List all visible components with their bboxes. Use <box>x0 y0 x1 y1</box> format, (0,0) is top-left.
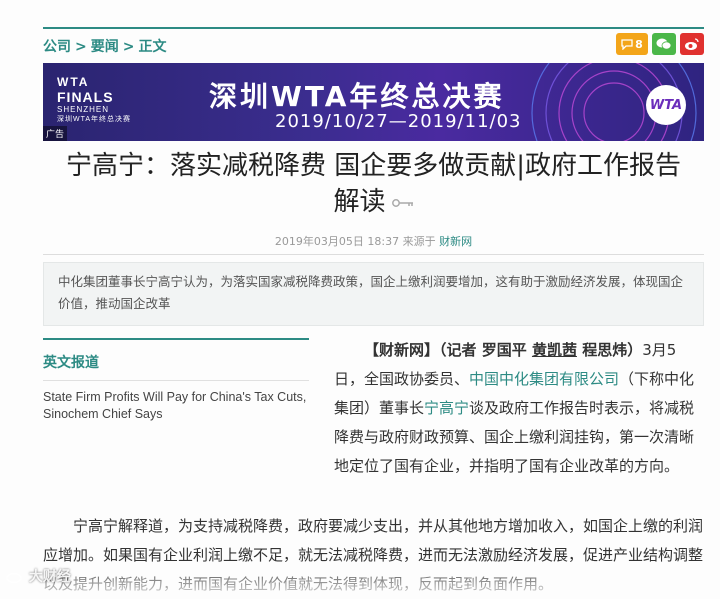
article-summary: 中化集团董事长宁高宁认为，为落实国家减税降费政策，国企上缴利润要增加，这有助于激… <box>43 262 704 326</box>
watermark: 大财经 <box>6 566 71 586</box>
logo-wta: WTA <box>57 75 90 89</box>
sidebar-top-bar <box>43 338 309 340</box>
meta-divider <box>43 254 704 255</box>
breadcrumb-news[interactable]: 要闻 <box>91 39 119 55</box>
source-prefix: 来源于 <box>402 235 436 248</box>
sidebar-title: 英文报道 <box>43 355 99 371</box>
weibo-share-button[interactable] <box>680 33 704 55</box>
watermark-text: 大财经 <box>28 569 71 585</box>
banner-title: 深圳WTA年终总决赛 <box>209 80 505 113</box>
weibo-watermark-icon <box>6 572 22 584</box>
breadcrumb: 公司 > 要闻 > 正文 <box>43 36 170 56</box>
headline-line-1: 宁高宁：落实减税降费 国企要多做贡献|政府工作报告 <box>65 151 682 181</box>
sidebar-english-link[interactable]: State Firm Profits Will Pay for China's … <box>43 389 309 423</box>
breadcrumb-company[interactable]: 公司 <box>43 39 71 55</box>
reporter-link[interactable]: 黄凯茜 <box>532 341 577 359</box>
comment-count: 8 <box>635 37 643 51</box>
logo-finals: FINALS <box>57 89 114 105</box>
ning-gaoning-link[interactable]: 宁高宁 <box>424 399 469 417</box>
weibo-icon <box>685 38 699 50</box>
article-paragraph: 【财新网】（记者 罗国平 黄凯茜 程思炜）3月5日，全国政协委员、中国中化集团有… <box>334 336 704 481</box>
wta-badge-icon: WTA <box>646 85 686 125</box>
headline-line-2: 解读 <box>43 184 704 220</box>
article-headline: 宁高宁：落实减税降费 国企要多做贡献|政府工作报告 解读 <box>43 148 704 220</box>
headline-line-2-text: 解读 <box>333 187 386 217</box>
key-icon[interactable] <box>391 198 414 208</box>
wta-finals-logo: WTA FINALS SHENZHEN 深圳WTA年终总决赛 <box>57 75 131 124</box>
lead-bold: 【财新网】（记者 罗国平 <box>364 341 532 359</box>
lead-bold-end: 程思炜） <box>576 341 643 359</box>
share-bar: 8 <box>616 33 704 55</box>
ad-label: 广告 <box>43 126 68 141</box>
wechat-share-button[interactable] <box>652 33 676 55</box>
sinochem-link[interactable]: 中国中化集团有限公司 <box>469 370 619 388</box>
logo-city: SHENZHEN <box>57 105 110 114</box>
article-meta: 2019年03月05日 18:37 来源于 财新网 <box>43 233 704 249</box>
publish-date: 2019年03月05日 18:37 <box>274 235 400 248</box>
sidebar-title-divider <box>43 380 309 381</box>
wechat-icon <box>656 38 672 50</box>
ad-banner[interactable]: WTA FINALS SHENZHEN 深圳WTA年终总决赛 深圳WTA年终总决… <box>43 63 704 141</box>
bottom-fade <box>0 563 720 593</box>
breadcrumb-current[interactable]: 正文 <box>138 39 166 55</box>
breadcrumb-sep: > <box>75 39 87 55</box>
sidebar-english-report: 英文报道 State Firm Profits Will Pay for Chi… <box>43 338 309 423</box>
comment-icon <box>621 38 633 50</box>
source-link[interactable]: 财新网 <box>439 235 472 248</box>
top-divider <box>43 27 704 29</box>
breadcrumb-sep: > <box>122 39 135 55</box>
logo-sub: 深圳WTA年终总决赛 <box>57 116 132 123</box>
banner-dates: 2019/10/27—2019/11/03 <box>275 111 522 132</box>
comment-button[interactable]: 8 <box>616 33 648 55</box>
article-body: 【财新网】（记者 罗国平 黄凯茜 程思炜）3月5日，全国政协委员、中国中化集团有… <box>334 336 704 481</box>
